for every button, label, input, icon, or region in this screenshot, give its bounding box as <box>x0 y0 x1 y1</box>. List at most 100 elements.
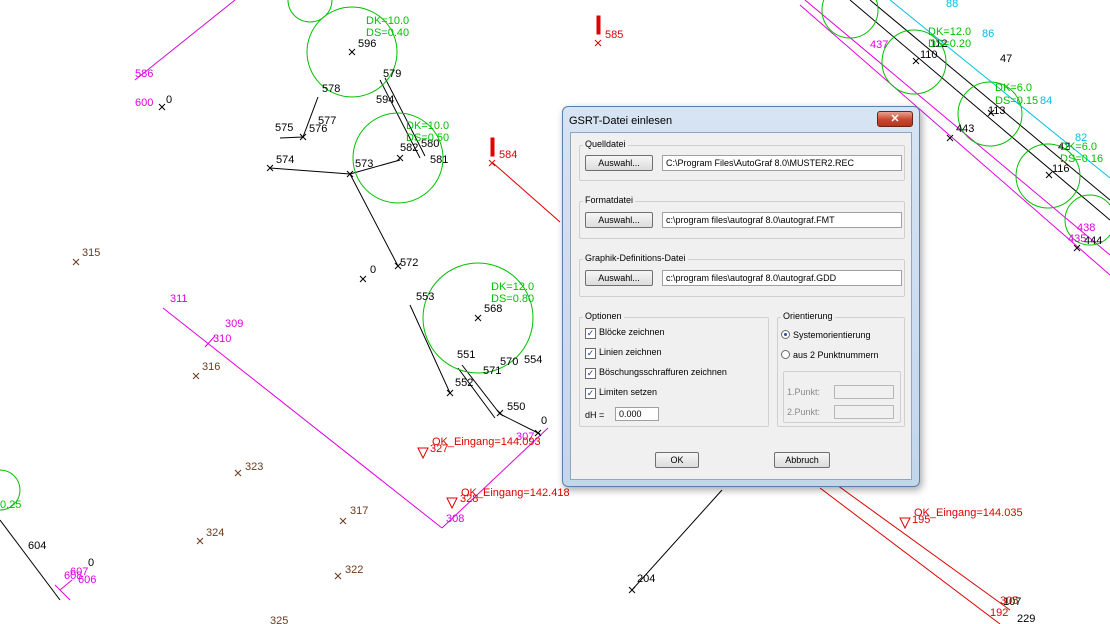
checkbox-boeschung[interactable]: ✓ Böschungsschraffuren zeichnen <box>585 367 727 379</box>
point-label: 0 <box>370 264 376 276</box>
gsrt-dialog: GSRT-Datei einlesen ✕ Quelldatei Auswahl… <box>562 106 920 487</box>
checkbox-bloecke-box[interactable]: ✓ <box>585 328 596 339</box>
radio-systemorientierung-label: Systemorientierung <box>793 330 871 340</box>
checkbox-limiten[interactable]: ✓ Limiten setzen <box>585 387 657 399</box>
tree-ds-label: DS=0.16 <box>1060 153 1103 165</box>
point-label: 47 <box>1000 53 1012 65</box>
point-label: 550 <box>507 401 525 413</box>
tree-symbols <box>0 0 1110 511</box>
point-label: 571 <box>483 365 501 377</box>
punkt2-label: 2.Punkt: <box>787 407 821 417</box>
ok-eingang-label: OK_Eingang=144.035 <box>914 507 1023 519</box>
quelldatei-path-field[interactable]: C:\Program Files\AutoGraf 8.0\MUSTER2.RE… <box>662 155 902 171</box>
dh-input[interactable]: 0.000 <box>615 407 659 421</box>
punkt1-input[interactable] <box>834 385 894 399</box>
point-label: 578 <box>322 83 340 95</box>
tree-ds-label: DS=0.20 <box>928 38 971 50</box>
point-label: 574 <box>276 154 294 166</box>
radio-systemorientierung-dot[interactable] <box>781 330 790 339</box>
point-label: 443 <box>956 123 974 135</box>
radio-2-punktnummern-label: aus 2 Punktnummern <box>793 350 879 360</box>
cyan-label: 88 <box>946 0 958 10</box>
point-label: 322 <box>345 564 363 576</box>
point-label: 317 <box>350 505 368 517</box>
point-label: 600 <box>135 97 153 109</box>
point-label: 444 <box>1084 235 1102 247</box>
point-label: 325 <box>270 615 288 624</box>
point-label: 572 <box>400 257 418 269</box>
point-label: 0 <box>541 415 547 427</box>
point-label: 596 <box>358 38 376 50</box>
tree-partial-label: 0.25 <box>0 499 21 511</box>
point-label: 581 <box>430 154 448 166</box>
checkbox-linien-label: Linien zeichnen <box>599 347 662 357</box>
tree-ds-label: DS=0.40 <box>366 27 409 39</box>
tree-ds-label: DS=0.80 <box>491 293 534 305</box>
point-label: 553 <box>416 291 434 303</box>
point-label: 315 <box>82 247 100 259</box>
point-label: 324 <box>206 527 224 539</box>
point-label: 594 <box>376 94 394 106</box>
point-label: 586 <box>135 68 153 80</box>
checkbox-limiten-label: Limiten setzen <box>599 387 658 397</box>
point-label: 310 <box>213 333 231 345</box>
point-label: 584 <box>499 149 517 161</box>
point-label: 577 <box>318 115 336 127</box>
tree-ds-label: DS=0.15 <box>995 95 1038 107</box>
checkbox-limiten-box[interactable]: ✓ <box>585 388 596 399</box>
radio-systemorientierung[interactable]: Systemorientierung <box>781 330 871 340</box>
cyan-label: 84 <box>1040 95 1052 107</box>
cyan-label: 82 <box>1075 132 1087 144</box>
graphik-path-field[interactable]: c:\program files\autograf 8.0\autograf.G… <box>662 270 902 286</box>
tree-right-label: 110 <box>920 49 938 61</box>
cad-drawing[interactable]: 596579578594575 576577574 573582 5805815720… <box>0 0 1110 624</box>
formatdatei-path-field[interactable]: c:\program files\autograf 8.0\autograf.F… <box>662 212 902 228</box>
point-label: 585 <box>605 29 623 41</box>
point-label: 0 <box>166 94 172 106</box>
checkbox-bloecke-label: Blöcke zeichnen <box>599 327 665 337</box>
point-label: 604 <box>28 540 46 552</box>
checkbox-boeschung-box[interactable]: ✓ <box>585 368 596 379</box>
tree-dk-label: DK=10.0 <box>406 120 449 132</box>
checkbox-linien-box[interactable]: ✓ <box>585 348 596 359</box>
dialog-title: GSRT-Datei einlesen <box>569 115 673 127</box>
orientierung-label: Orientierung <box>781 311 835 321</box>
radio-2-punktnummern-dot[interactable] <box>781 350 790 359</box>
point-label: 575 <box>275 122 293 134</box>
tree-dk-label: DK=6.0 <box>995 82 1032 94</box>
ok-eingang-label: OK_Eingang=144.093 <box>432 436 541 448</box>
cancel-button[interactable]: Abbruch <box>774 452 830 468</box>
tree-dk-label: DK=10.0 <box>366 15 409 27</box>
point-label: 437 <box>870 39 888 51</box>
point-label: 229 <box>1017 613 1035 624</box>
point-label: 570 <box>500 356 518 368</box>
punkt1-label: 1.Punkt: <box>787 387 821 397</box>
dialog-client: Quelldatei Auswahl... C:\Program Files\A… <box>570 132 912 480</box>
point-label: 552 <box>455 377 473 389</box>
formatdatei-select-button[interactable]: Auswahl... <box>585 212 653 228</box>
optionen-label: Optionen <box>583 311 624 321</box>
checkbox-bloecke[interactable]: ✓ Blöcke zeichnen <box>585 327 665 339</box>
ok-button[interactable]: OK <box>655 452 699 468</box>
formatdatei-label: Formatdatei <box>583 195 636 205</box>
checkbox-linien[interactable]: ✓ Linien zeichnen <box>585 347 662 359</box>
radio-2-punktnummern[interactable]: aus 2 Punktnummern <box>781 350 879 360</box>
point-label: 309 <box>225 318 243 330</box>
point-label: 311 <box>170 293 188 305</box>
quelldatei-select-button[interactable]: Auswahl... <box>585 155 653 171</box>
point-label: 0 <box>88 557 94 569</box>
quelldatei-label: Quelldatei <box>583 139 628 149</box>
point-label: 551 <box>457 349 475 361</box>
point-label: 323 <box>245 461 263 473</box>
ok-eingang-label: OK_Eingang=142.418 <box>461 487 570 499</box>
punkt2-input[interactable] <box>834 405 894 419</box>
cyan-label: 86 <box>982 28 994 40</box>
tree-labels: DK=10.0DS=0.40DK=10.0DS=0.50DK=12.0DS=0.… <box>0 15 1103 511</box>
point-label: 204 <box>637 573 655 585</box>
close-button[interactable]: ✕ <box>877 111 913 127</box>
tree-dk-label: DK=12.0 <box>491 281 534 293</box>
tree-ds-label: DS=0.50 <box>406 132 449 144</box>
point-label: 192 <box>990 607 1008 619</box>
close-icon: ✕ <box>890 113 900 125</box>
graphik-select-button[interactable]: Auswahl... <box>585 270 653 286</box>
